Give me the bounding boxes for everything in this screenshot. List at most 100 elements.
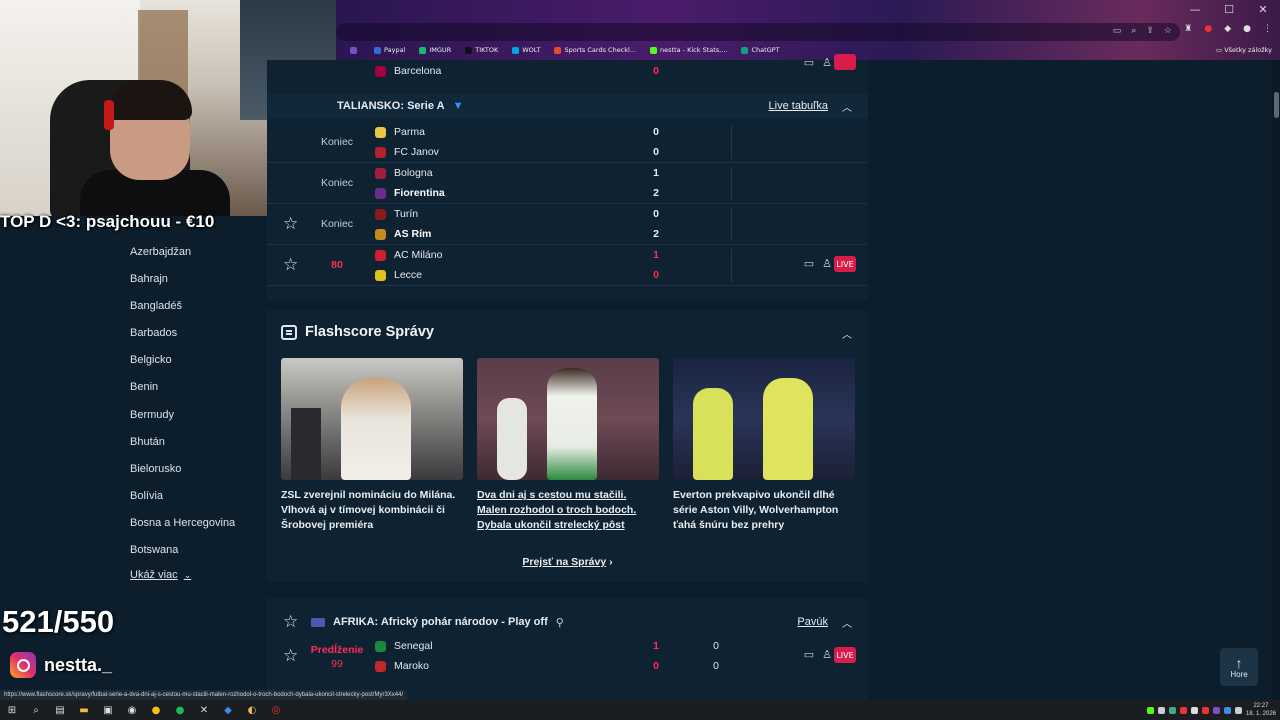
cast-icon[interactable]: ▭ xyxy=(1113,25,1122,36)
jersey-icon[interactable]: ♙ xyxy=(822,56,832,69)
app-icon[interactable]: ◎ xyxy=(264,705,288,716)
bookmark-wolt[interactable]: WOLT xyxy=(512,46,540,54)
bookmark-tiktok[interactable]: TIKTOK xyxy=(465,46,498,54)
match-row[interactable]: ☆ 80 AC Miláno Lecce 1 0 ▭ ♙ LIVE xyxy=(267,245,868,286)
store-icon[interactable]: ▣ xyxy=(96,705,120,716)
scrollbar[interactable] xyxy=(1272,60,1280,700)
app-icon[interactable]: ◐ xyxy=(240,705,264,716)
jersey-icon[interactable]: ♙ xyxy=(822,257,832,270)
match-row[interactable]: Koniec Parma FC Janov 0 0 xyxy=(267,122,868,163)
news-card[interactable]: ZSL zverejnil nomináciu do Milána. Vlhov… xyxy=(281,358,463,533)
bookmark-paypal[interactable]: Paypal xyxy=(374,46,405,54)
tray-icon[interactable] xyxy=(1157,706,1165,714)
live-badge[interactable]: LIVE xyxy=(834,647,856,663)
country-item[interactable]: Bosna a Hercegovina xyxy=(130,515,235,542)
team-away: Fiorentina xyxy=(375,187,445,199)
country-item[interactable]: Bermudy xyxy=(130,407,235,434)
jersey-icon[interactable]: ♙ xyxy=(822,648,832,661)
obs-icon[interactable]: ◉ xyxy=(120,705,144,716)
live-table-link[interactable]: Live tabuľka xyxy=(769,100,828,112)
share-icon[interactable]: ⇪ xyxy=(1146,25,1154,36)
star-icon[interactable]: ☆ xyxy=(283,613,298,630)
news-card[interactable]: Dva dni aj s cestou mu stačili. Malen ro… xyxy=(477,358,659,533)
news-headline[interactable]: Dva dni aj s cestou mu stačili. Malen ro… xyxy=(477,488,659,533)
country-item[interactable]: Azerbajdžan xyxy=(130,244,235,271)
news-headline[interactable]: ZSL zverejnil nomináciu do Milána. Vlhov… xyxy=(281,488,463,533)
country-item[interactable]: Benin xyxy=(130,379,235,406)
chrome-icon[interactable]: ● xyxy=(144,705,168,716)
chevron-up-icon[interactable]: ︿ xyxy=(842,615,852,630)
tray-icon[interactable] xyxy=(1168,706,1176,714)
search-icon[interactable]: ⌕ xyxy=(24,705,48,716)
star-icon[interactable]: ☆ xyxy=(283,647,298,664)
back-to-top-button[interactable]: ↑ Hore xyxy=(1220,648,1258,686)
match-row[interactable]: Koniec Bologna Fiorentina 1 2 xyxy=(267,163,868,204)
more-news-link[interactable]: Prejsť na Správy › xyxy=(267,556,868,568)
pin-icon[interactable]: ▼ xyxy=(453,100,464,112)
extensions-icon[interactable]: ◆ xyxy=(1224,24,1231,34)
bookmark-star-icon[interactable]: ☆ xyxy=(1164,25,1172,36)
close-button[interactable]: ✕ xyxy=(1246,0,1280,22)
address-bar[interactable]: ▭ ⌕ ⇪ ☆ xyxy=(336,23,1180,41)
country-item[interactable]: Bhután xyxy=(130,434,235,461)
match-row[interactable]: ☆ Koniec Turín AS Rím 0 2 xyxy=(267,204,868,245)
country-item[interactable]: Bangladéš xyxy=(130,298,235,325)
address-bar-icons: ▭ ⌕ ⇪ ☆ xyxy=(1113,25,1172,36)
tray-icon[interactable] xyxy=(1234,706,1242,714)
maximize-button[interactable]: ☐ xyxy=(1212,0,1246,22)
country-item[interactable]: Bahrajn xyxy=(130,271,235,298)
start-icon[interactable]: ⊞ xyxy=(0,705,24,716)
scrollbar-thumb[interactable] xyxy=(1274,92,1279,118)
bookmark-chatgpt[interactable]: ChatGPT xyxy=(741,46,780,54)
news-headline[interactable]: Everton prekvapivo ukončil dlhé série As… xyxy=(673,488,855,533)
bookmark-imgur[interactable]: IMGUR xyxy=(419,46,451,54)
adblock-icon[interactable]: ● xyxy=(1204,24,1212,34)
tray-icon[interactable] xyxy=(1201,706,1209,714)
news-image[interactable] xyxy=(281,358,463,480)
zoom-icon[interactable]: ⌕ xyxy=(1131,25,1136,36)
tray-icon[interactable] xyxy=(1212,706,1220,714)
tray-icon[interactable] xyxy=(1190,706,1198,714)
match-row[interactable]: ☆ Predĺženie 99 Senegal Maroko 1 0 0 0 ▭… xyxy=(267,636,868,677)
chevron-up-icon[interactable]: ︿ xyxy=(842,99,852,114)
app-icon[interactable]: ✕ xyxy=(192,705,216,716)
league-name[interactable]: TALIANSKO: Serie A xyxy=(337,100,445,112)
bookmark-kick-stats[interactable]: nestta - Kick Stats,... xyxy=(650,46,727,54)
star-icon[interactable]: ☆ xyxy=(283,215,298,232)
task-view-icon[interactable]: ▤ xyxy=(48,705,72,716)
country-item[interactable]: Bielorusko xyxy=(130,461,235,488)
star-icon[interactable]: ☆ xyxy=(283,256,298,273)
tray-icon[interactable] xyxy=(1146,706,1154,714)
live-badge[interactable] xyxy=(834,54,856,70)
live-badge[interactable]: LIVE xyxy=(834,256,856,272)
league-name[interactable]: AFRIKA: Africký pohár národov - Play off xyxy=(333,616,548,628)
tv-icon[interactable]: ▭ xyxy=(804,257,814,270)
profile-icon[interactable]: ● xyxy=(1243,24,1251,34)
tv-icon[interactable]: ▭ xyxy=(804,56,814,69)
minimize-button[interactable]: — xyxy=(1178,0,1212,22)
tray-icon[interactable] xyxy=(1223,706,1231,714)
bracket-link[interactable]: Pavúk xyxy=(797,616,828,628)
table-row[interactable]: Barcelona 0 ▭ ♙ xyxy=(267,54,868,84)
menu-icon[interactable]: ⋮ xyxy=(1263,24,1272,34)
country-item[interactable]: Belgicko xyxy=(130,352,235,379)
file-explorer-icon[interactable]: ▬ xyxy=(72,705,96,716)
bookmark-item[interactable] xyxy=(350,46,360,54)
country-item[interactable]: Botswana xyxy=(130,542,235,569)
tray-icon[interactable] xyxy=(1179,706,1187,714)
all-bookmarks-button[interactable]: ▭ Všetky záložky xyxy=(1216,46,1272,54)
tv-icon[interactable]: ▭ xyxy=(804,648,814,661)
show-more-link[interactable]: Ukáž viac ⌄ xyxy=(130,569,235,581)
bookmark-sports-cards[interactable]: Sports Cards Checkl... xyxy=(554,46,636,54)
news-card[interactable]: Everton prekvapivo ukončil dlhé série As… xyxy=(673,358,855,533)
pin-icon[interactable]: ⚲ xyxy=(556,616,564,629)
spotify-icon[interactable]: ● xyxy=(168,705,192,716)
clock[interactable]: 22:27 18. 1. 2026 xyxy=(1246,702,1276,718)
app-icon[interactable]: ◆ xyxy=(216,705,240,716)
news-image[interactable] xyxy=(673,358,855,480)
country-item[interactable]: Barbados xyxy=(130,325,235,352)
news-image[interactable] xyxy=(477,358,659,480)
extension-icon[interactable]: ♜ xyxy=(1184,24,1192,34)
chevron-up-icon[interactable]: ︿ xyxy=(842,326,852,341)
country-item[interactable]: Bolívia xyxy=(130,488,235,515)
